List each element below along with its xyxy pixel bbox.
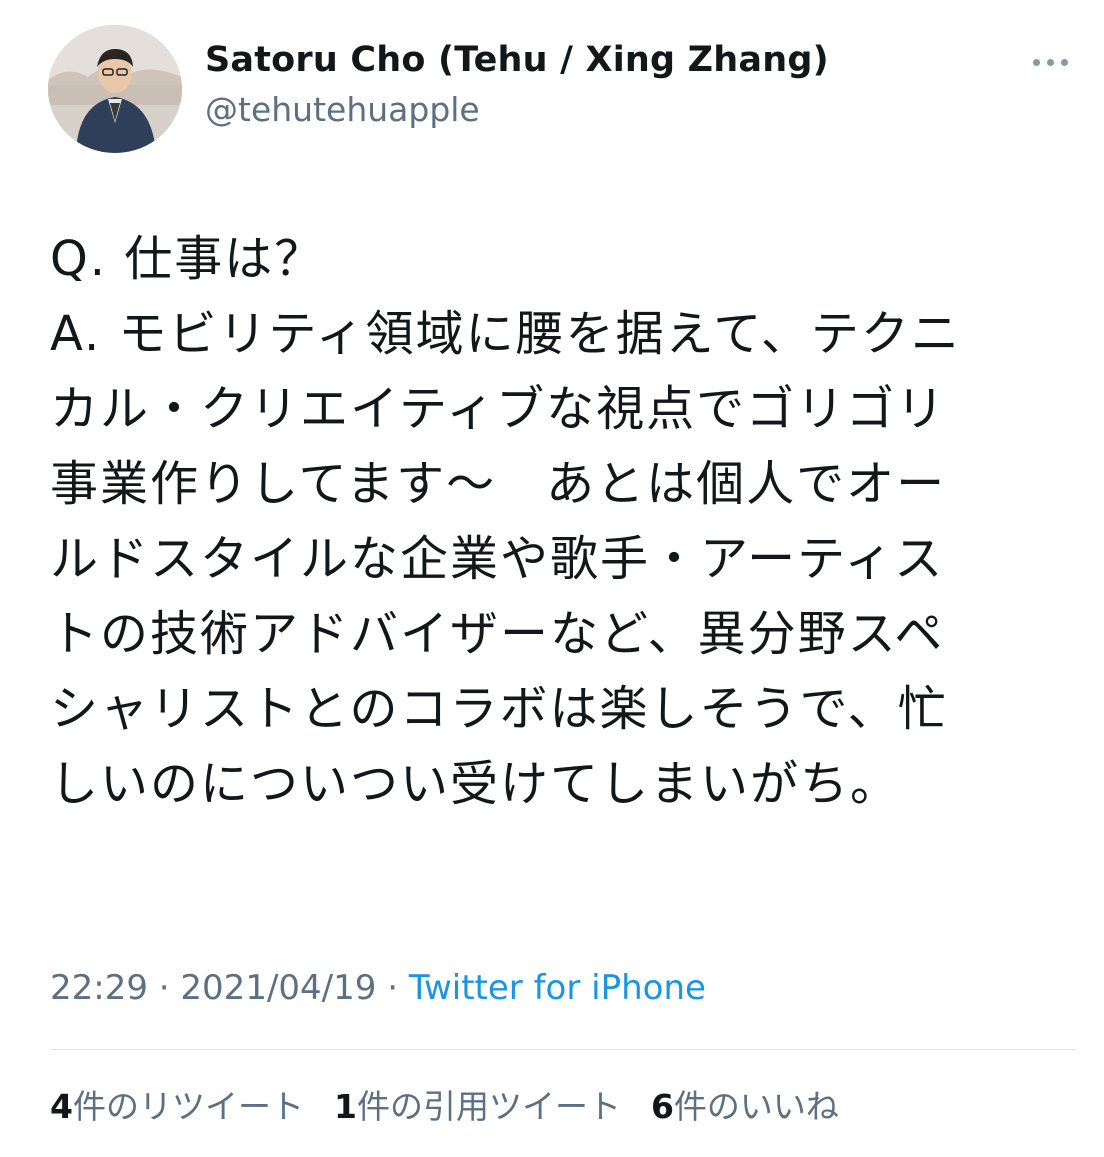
likes-label: 件のいいね — [673, 1087, 839, 1126]
tweet-stats: 4件のリツイート 1件の引用ツイート 6件のいいね — [50, 1080, 839, 1128]
tweet-text-line: ルドスタイルな企業や歌手・アーティス — [50, 531, 945, 587]
divider — [50, 1049, 1077, 1050]
likes-stat[interactable]: 6件のいいね — [651, 1080, 839, 1128]
more-icon — [1032, 58, 1040, 66]
more-options-button[interactable] — [1022, 42, 1078, 82]
quotes-stat[interactable]: 1件の引用ツイート — [334, 1080, 621, 1128]
meta-separator: · — [147, 968, 181, 1008]
tweet-text-line: 事業作りしてます〜 あとは個人でオー — [50, 456, 947, 512]
avatar[interactable] — [48, 25, 182, 153]
tweet-text-line: トの技術アドバイザーなど、異分野スペ — [50, 606, 945, 662]
tweet-text-line: しいのについつい受けてしまいがち。 — [50, 756, 901, 812]
retweets-label: 件のリツイート — [72, 1087, 304, 1126]
tweet-text-line: Q. 仕事は？ — [50, 231, 325, 287]
tweet-time[interactable]: 22:29 — [50, 968, 148, 1008]
tweet-text-line: カル・クリエイティブな視点でゴリゴリ — [50, 381, 947, 437]
tweet-text-line: A. モビリティ領域に腰を据えて、テクニ — [50, 306, 961, 362]
meta-separator: · — [376, 968, 409, 1008]
tweet-source-link[interactable]: Twitter for iPhone — [409, 968, 706, 1008]
retweets-stat[interactable]: 4件のリツイート — [50, 1080, 304, 1128]
tweet-date[interactable]: 2021/04/19 — [180, 968, 376, 1008]
tweet-card: Satoru Cho (Tehu / Xing Zhang) @tehutehu… — [0, 0, 1104, 1157]
quotes-count: 1 — [333, 1087, 357, 1126]
quotes-label: 件の引用ツイート — [356, 1087, 621, 1126]
profile-photo-icon — [48, 25, 182, 153]
user-handle[interactable]: @tehutehuapple — [205, 90, 480, 129]
retweets-count: 4 — [50, 1087, 73, 1126]
more-icon — [1046, 58, 1054, 66]
display-name[interactable]: Satoru Cho (Tehu / Xing Zhang) — [205, 40, 829, 80]
tweet-text: Q. 仕事は？ A. モビリティ領域に腰を据えて、テクニ カル・クリエイティブな… — [50, 222, 1070, 822]
more-icon — [1060, 58, 1068, 66]
likes-count: 6 — [650, 1087, 674, 1126]
tweet-text-line: シャリストとのコラボは楽しそうで、忙 — [50, 681, 948, 737]
tweet-meta: 22:29 · 2021/04/19 · Twitter for iPhone — [50, 968, 706, 1008]
